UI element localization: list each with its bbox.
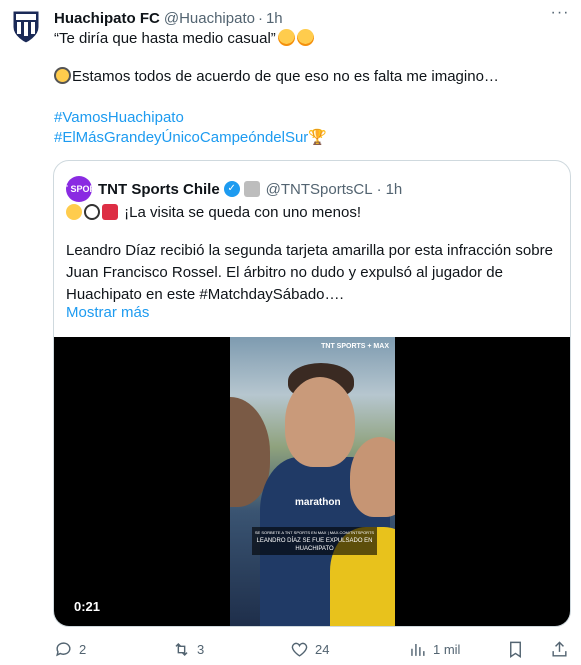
huachipato-avatar[interactable] xyxy=(11,9,41,45)
verified-badge-icon: ✓ xyxy=(223,181,240,197)
reply-count: 2 xyxy=(79,642,87,657)
scream-emoji-icon xyxy=(66,204,82,220)
affiliate-badge-icon xyxy=(243,181,260,197)
retweet-icon xyxy=(175,642,188,657)
author-handle[interactable]: @Huachipato xyxy=(164,10,255,27)
hashtag-elmasgrande[interactable]: #ElMásGrandeyÚnicoCampeóndelSur xyxy=(54,129,308,146)
shirt-sponsor: marathon xyxy=(295,497,341,508)
quote-headline: ¡La visita se queda con uno menos! xyxy=(124,204,361,221)
video-brand: TNT SPORTS + MAX xyxy=(321,343,389,350)
player-face xyxy=(285,377,355,467)
quote-author-name[interactable]: TNT Sports Chile xyxy=(98,181,220,198)
more-options-icon[interactable]: ··· xyxy=(549,5,571,28)
separator-dot: · xyxy=(376,180,382,198)
bookmark-icon xyxy=(510,641,521,658)
hashtag-line-1: #VamosHuachipato xyxy=(54,108,184,128)
caption-small: SE SORBETE A TNT SPORTS EN MAX | MAX.COM… xyxy=(254,530,375,535)
tweet-header: Huachipato FC @Huachipato · 1h xyxy=(54,8,283,28)
tweet-line-2: Estamos todos de acuerdo de que eso no e… xyxy=(54,67,499,87)
share-icon xyxy=(552,641,567,657)
hashtag-line-2: #ElMásGrandeyÚnicoCampeóndelSur🏆 xyxy=(54,128,327,148)
tnt-avatar[interactable]: TNT SPORTS xyxy=(54,176,108,202)
scream-emoji-icon xyxy=(296,29,314,46)
quote-header: TNT SPORTS TNT Sports Chile ✓ @TNTSports… xyxy=(54,176,403,202)
views-chart-icon xyxy=(411,643,425,656)
hashtag-vamoshuachipato[interactable]: #VamosHuachipato xyxy=(54,109,184,126)
video-timestamp: 0:21 xyxy=(74,599,101,614)
separator-dot: · xyxy=(257,9,263,27)
reply-button[interactable]: 2 xyxy=(54,640,86,659)
caption-main: LEANDRO DÍAZ SE FUE EXPULSADO EN HUACHIP… xyxy=(256,538,373,552)
bookmark-button[interactable] xyxy=(506,640,525,659)
tweet-text-1: “Te diría que hasta medio casual” xyxy=(54,30,276,47)
tweet-text-2: Estamos todos de acuerdo de que eso no e… xyxy=(72,68,499,85)
video-frame: TNT SPORTS + MAX marathon SE SORBETE A T… xyxy=(230,337,395,626)
tweet[interactable]: Huachipato FC @Huachipato · 1h ··· “Te d… xyxy=(0,0,581,665)
quote-body-line-2: Juan Francisco Rossel. El árbitro no dud… xyxy=(66,264,503,281)
like-button[interactable]: 24 xyxy=(290,640,329,659)
views-count: 1 mil xyxy=(433,642,461,657)
quote-headline-line: ¡La visita se queda con uno menos! xyxy=(66,203,361,223)
quote-time[interactable]: 1h xyxy=(386,181,403,198)
author-name[interactable]: Huachipato FC xyxy=(54,10,160,27)
monocle-emoji-icon xyxy=(54,67,71,84)
like-count: 24 xyxy=(315,642,330,657)
video-player[interactable]: TNT SPORTS + MAX marathon SE SORBETE A T… xyxy=(54,337,570,626)
quote-body-line-3: Huachipato en este #MatchdaySábado…. xyxy=(66,286,344,303)
tweet-time[interactable]: 1h xyxy=(266,10,283,27)
action-bar: 2 3 24 1 mil xyxy=(54,640,570,660)
retweet-button[interactable]: 3 xyxy=(172,640,204,659)
views-button[interactable]: 1 mil xyxy=(408,640,460,659)
quote-body-line-1: Leandro Díaz recibió la segunda tarjeta … xyxy=(66,242,553,259)
referee-head xyxy=(350,437,395,517)
trophy-emoji-icon: 🏆 xyxy=(308,129,327,146)
retweet-count: 3 xyxy=(197,642,205,657)
red-card-icon xyxy=(102,204,118,220)
tweet-line-1: “Te diría que hasta medio casual” xyxy=(54,29,314,49)
scream-emoji-icon xyxy=(277,29,295,46)
quoted-tweet[interactable]: TNT SPORTS TNT Sports Chile ✓ @TNTSports… xyxy=(53,160,571,627)
reply-icon xyxy=(56,642,71,657)
show-more-link[interactable]: Mostrar más xyxy=(66,303,149,323)
share-button[interactable] xyxy=(550,640,569,659)
video-caption: SE SORBETE A TNT SPORTS EN MAX | MAX.COM… xyxy=(252,527,377,555)
soccer-ball-icon xyxy=(84,204,100,220)
heart-icon xyxy=(291,642,308,657)
quote-author-handle[interactable]: @TNTSportsCL xyxy=(266,181,373,198)
